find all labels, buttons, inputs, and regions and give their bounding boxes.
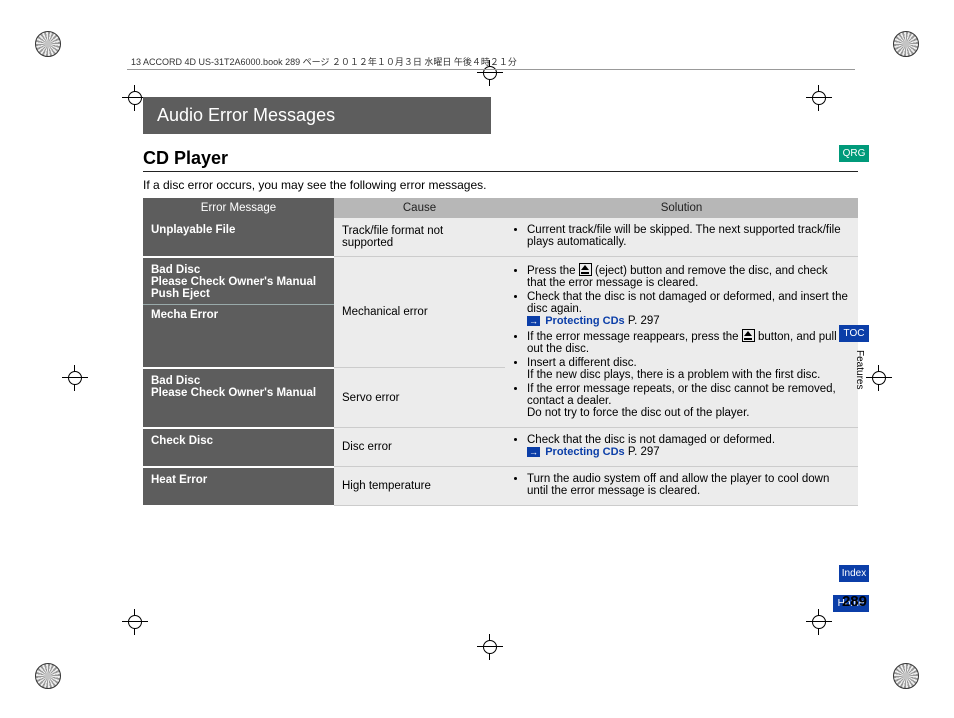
eject-icon (742, 329, 755, 342)
side-tabs: QRG TOC Index Home (839, 145, 869, 168)
crop-mark (477, 634, 503, 660)
tab-qrg[interactable]: QRG (839, 145, 869, 162)
crop-mark (122, 609, 148, 635)
error-msg: Heat Error (143, 467, 334, 506)
solution: Turn the audio system off and allow the … (505, 467, 858, 506)
registration-mark (35, 31, 61, 57)
intro-text: If a disc error occurs, you may see the … (143, 178, 858, 192)
solution-item: If the error message repeats, or the dis… (527, 383, 850, 419)
error-msg: Bad Disc Please Check Owner's Manual Pus… (143, 257, 334, 368)
error-table: Error Message Cause Solution Unplayable … (143, 198, 858, 507)
solution-item: Check that the disc is not damaged or de… (527, 434, 850, 458)
cause: High temperature (334, 467, 505, 506)
col-error-message: Error Message (143, 198, 334, 218)
eject-icon (579, 263, 592, 276)
solution-item: Check that the disc is not damaged or de… (527, 291, 850, 327)
cause: Track/file format not supported (334, 218, 505, 257)
solution-item: Current track/file will be skipped. The … (527, 224, 850, 248)
error-msg: Bad Disc Please Check Owner's Manual (143, 368, 334, 428)
subsection-title: CD Player (143, 148, 858, 172)
registration-mark (893, 663, 919, 689)
cause: Servo error (334, 368, 505, 428)
error-msg: Unplayable File (143, 218, 334, 257)
print-header: 13 ACCORD 4D US-31T2A6000.book 289 ページ ２… (127, 53, 855, 70)
solution: Current track/file will be skipped. The … (505, 218, 858, 257)
crop-mark (866, 365, 892, 391)
page-number: 289 (842, 593, 867, 610)
table-row: Check Disc Disc error Check that the dis… (143, 428, 858, 467)
protecting-cds-link[interactable]: Protecting CDs (545, 446, 624, 458)
solution-item: Press the (eject) button and remove the … (527, 263, 850, 289)
tab-toc[interactable]: TOC (839, 325, 869, 342)
table-row: Bad Disc Please Check Owner's Manual Pus… (143, 257, 858, 368)
protecting-cds-link[interactable]: Protecting CDs (545, 315, 624, 327)
registration-mark (893, 31, 919, 57)
section-title: Audio Error Messages (143, 97, 491, 134)
crop-mark (806, 609, 832, 635)
table-row: Unplayable File Track/file format not su… (143, 218, 858, 257)
cause: Mechanical error (334, 257, 505, 368)
solution: Check that the disc is not damaged or de… (505, 428, 858, 467)
section-label-vertical: Features (854, 350, 865, 389)
cause: Disc error (334, 428, 505, 467)
solution-item: If the error message reappears, press th… (527, 329, 850, 355)
col-cause: Cause (334, 198, 505, 218)
link-arrow-icon: → (527, 316, 540, 326)
col-solution: Solution (505, 198, 858, 218)
solution-item: Turn the audio system off and allow the … (527, 473, 850, 497)
solution-item: Insert a different disc. If the new disc… (527, 357, 850, 381)
registration-mark (35, 663, 61, 689)
solution: Press the (eject) button and remove the … (505, 257, 858, 428)
crop-mark (62, 365, 88, 391)
tab-index[interactable]: Index (839, 565, 869, 582)
error-msg: Check Disc (143, 428, 334, 467)
table-row: Heat Error High temperature Turn the aud… (143, 467, 858, 506)
link-arrow-icon: → (527, 447, 540, 457)
